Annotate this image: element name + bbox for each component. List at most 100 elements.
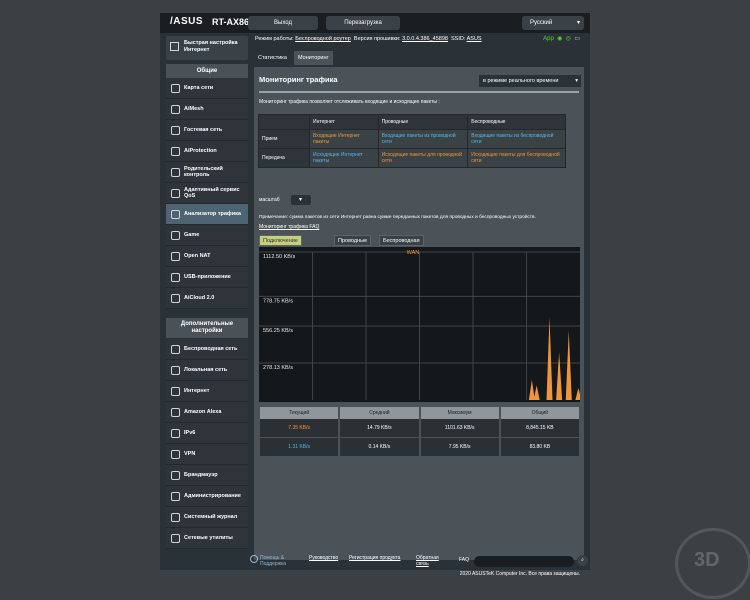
feedback-link[interactable]: Обратная связь [416,555,450,567]
sidebar-item[interactable]: AiProtection [166,141,248,162]
logout-button[interactable]: Выход [248,16,318,30]
sidebar-item[interactable]: USB-приложение [166,267,248,288]
mode-link[interactable]: Беспроводной роутер [295,36,351,42]
language-label: Русский [530,20,553,26]
tab-wired[interactable]: Проводные [334,235,372,246]
sidebar-icon [171,231,180,240]
register-link[interactable]: Регистрация продукта [349,555,400,561]
stats-cell: 1101.63 KB/s [420,419,499,438]
sidebar-item-label: Администрирование [184,493,241,499]
sidebar-item-label: AiMesh [184,106,204,112]
sidebar-icon [171,513,180,522]
sidebar-item[interactable]: Гостевая сеть [166,120,248,141]
language-select[interactable]: Русский ▾ [522,16,584,30]
note: Примечание: сумма пакетов из сети Интерн… [259,215,536,220]
sidebar-item[interactable]: Беспроводная сеть [166,339,248,360]
manual-link[interactable]: Руководство [309,555,338,561]
tab-wan[interactable]: Подключение (WAN) [259,235,302,255]
sidebar-item[interactable]: Локальная сеть [166,360,248,381]
faq-search-input[interactable] [474,556,574,567]
firmware-link[interactable]: 3.0.0.4.386_45898 [402,36,448,42]
scale-label: масштаб [259,197,280,203]
stats-cell: 14.79 KB/s [340,419,419,438]
app-label[interactable]: App [543,36,554,42]
chevron-down-icon: ▾ [576,20,580,26]
sidebar-item-label: Сетевые утилиты [184,535,233,541]
sidebar-item[interactable]: Game [166,225,248,246]
traffic-chart: 1112.50 KB/s 778.75 KB/s 556.25 KB/s 278.13… [259,247,582,402]
table-cell: Входящие пакеты из проводной сети [377,129,469,149]
scale-select[interactable]: ▾ [291,195,311,205]
sidebar-item[interactable]: Интернет [166,381,248,402]
table-cell: Входящие пакеты из беспроводной сети [467,129,566,149]
sidebar-icon [171,273,180,282]
monitor-mode-select[interactable]: в режиме реального времени ▾ [479,75,581,87]
reboot-button[interactable]: Перезагрузка [326,16,400,30]
table-row: Передача Исходящие Интернет пакеты Исход… [258,148,566,168]
table-cell: Исходящие пакеты для беспроводной сети [467,148,566,168]
sidebar-item-label: Локальная сеть [184,367,228,373]
mode-label: Режим работы: [255,36,294,42]
sidebar-item-label: Анализатор трафика [184,211,241,217]
table-row: Прием Входящие Интернет пакеты Входящие … [258,129,566,149]
sidebar-icon [171,387,180,396]
sidebar-item[interactable]: Родительский контроль [166,162,248,183]
ssid-link[interactable]: ASUS [467,36,482,42]
sidebar-item-label: Карта сети [184,85,214,91]
monitor-mode-value: в режиме реального времени [483,78,559,84]
sidebar-item[interactable]: Системный журнал [166,507,248,528]
sidebar-icon [171,105,180,114]
sidebar-item[interactable]: Amazon Alexa [166,402,248,423]
sidebar-icon [171,492,180,501]
sidebar-item[interactable]: Анализатор трафика [166,204,248,225]
wifi-icon[interactable]: ◉ [556,36,562,42]
sidebar-item[interactable]: AiMesh [166,99,248,120]
sidebar-item-label: Гостевая сеть [184,127,223,133]
row-label: Прием [258,129,310,149]
sidebar-item-label: Open NAT [184,253,211,259]
table-cell: Исходящие Интернет пакеты [309,148,379,168]
sidebar-item[interactable]: Администрирование [166,486,248,507]
status-icons: App ◉ ◎ ▭ [543,35,580,42]
sidebar-item-label: Беспроводная сеть [184,346,238,352]
quick-setup-label: Быстрая настройка Интернет [184,40,238,53]
sidebar-icon [171,252,180,261]
tab-statistics[interactable]: Статистика [254,51,291,65]
sidebar-item[interactable]: VPN [166,444,248,465]
internet-icon[interactable]: ◎ [564,36,571,42]
top-bar: /ASUS RT-AX86S Выход Перезагрузка Русски… [160,13,590,33]
help-support-link[interactable]: Помощь & Поддержка [260,555,300,567]
watermark-logo: 3D [675,528,750,599]
sidebar-item[interactable]: Карта сети [166,78,248,99]
usb-icon[interactable]: ▭ [573,36,580,42]
sidebar-icon [171,471,180,480]
description: Мониторинг трафика позволяет отслеживать… [259,99,440,105]
sidebar-item[interactable]: Брандмауэр [166,465,248,486]
sidebar-item[interactable]: Open NAT [166,246,248,267]
sidebar-icon [171,429,180,438]
search-icon[interactable]: ⌕ [577,555,588,566]
sidebar-item[interactable]: Сетевые утилиты [166,528,248,549]
sidebar-item-label: IPv6 [184,430,196,436]
sidebar-icon [171,210,180,219]
quick-setup-button[interactable]: Быстрая настройка Интернет [166,36,248,60]
traffic-peak [546,317,553,400]
stats-header-cell: Общий [500,407,579,419]
tab-wireless[interactable]: Беспроводная сеть [379,235,424,255]
sidebar-item-label: Адаптивный сервис QoS [184,187,240,199]
stats-header-cell: Текущий [260,407,339,419]
faq-link[interactable]: Мониторинг трафика FAQ [259,224,319,230]
sidebar-icon [171,84,180,93]
sidebar-icon [171,126,180,135]
sidebar-item[interactable]: Адаптивный сервис QoS [166,183,248,204]
sidebar-item[interactable]: IPv6 [166,423,248,444]
firmware-label: Версия прошивки: [353,36,401,42]
table-cell: Исходящие пакеты для проводной сети [377,148,469,168]
tab-traffic-monitor[interactable]: Мониторинг трафика [294,51,333,75]
y-tick-label: 778.75 KB/s [263,298,293,304]
advanced-nav: Беспроводная сеть Локальная сеть Интернет A… [166,339,248,549]
sidebar-item[interactable]: AiCloud 2.0 [166,288,248,309]
copyright: 2020 ASUSTeK Computer Inc. Все права защ… [459,571,580,577]
sidebar-icon [171,168,180,177]
stats-cell: 1.31 KB/s [260,438,339,457]
